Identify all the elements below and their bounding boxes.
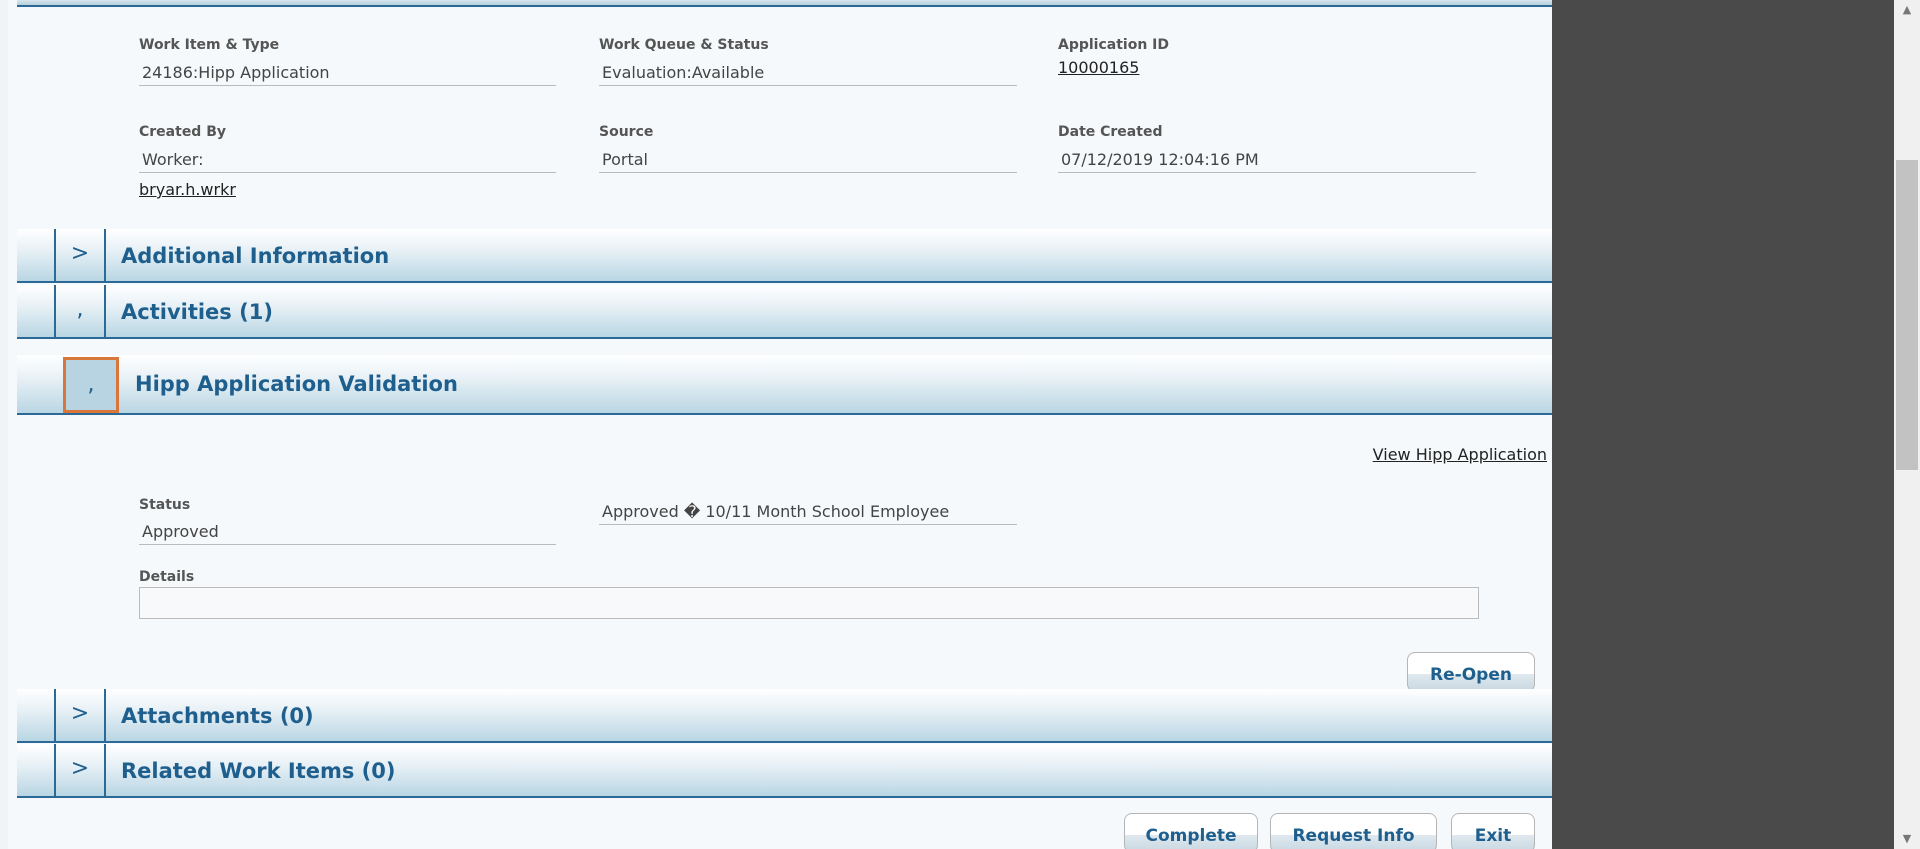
work-queue-field: Evaluation:Available bbox=[599, 62, 1017, 86]
view-hipp-application-link[interactable]: View Hipp Application bbox=[1373, 445, 1547, 464]
application-id-label: Application ID bbox=[1058, 37, 1170, 53]
status-reason-field: Approved � 10/11 Month School Employee bbox=[599, 501, 1017, 525]
date-created-field: 07/12/2019 12:04:16 PM bbox=[1058, 149, 1476, 173]
window-left-border bbox=[0, 0, 8, 849]
vertical-scrollbar[interactable]: ▲ ▼ bbox=[1894, 0, 1920, 849]
scroll-down-arrow-icon[interactable]: ▼ bbox=[1894, 829, 1920, 849]
header-bar-edge bbox=[17, 0, 1552, 7]
section-title[interactable]: Activities (1) bbox=[121, 285, 273, 339]
collapse-toggle-icon[interactable]: , bbox=[63, 357, 119, 413]
created-by-field: Worker: bbox=[139, 149, 556, 173]
section-title[interactable]: Hipp Application Validation bbox=[135, 355, 458, 413]
expand-toggle-icon[interactable]: > bbox=[54, 744, 106, 796]
work-queue-label: Work Queue & Status bbox=[599, 37, 769, 53]
section-title[interactable]: Attachments (0) bbox=[121, 689, 314, 743]
collapse-toggle-icon[interactable]: , bbox=[54, 285, 106, 337]
section-hipp-application-validation[interactable]: , Hipp Application Validation bbox=[17, 355, 1552, 415]
expand-toggle-icon[interactable]: > bbox=[54, 689, 106, 741]
request-info-button[interactable]: Request Info bbox=[1270, 813, 1437, 849]
details-label: Details bbox=[139, 569, 195, 585]
created-by-label: Created By bbox=[139, 124, 227, 140]
status-label: Status bbox=[139, 497, 191, 513]
work-item-content: Work Item & Type 24186:Hipp Application … bbox=[8, 0, 1552, 849]
source-label: Source bbox=[599, 124, 654, 140]
date-created-label: Date Created bbox=[1058, 124, 1163, 140]
status-field: Approved bbox=[139, 521, 556, 545]
section-title[interactable]: Related Work Items (0) bbox=[121, 744, 395, 798]
details-textarea[interactable] bbox=[139, 587, 1479, 619]
section-title[interactable]: Additional Information bbox=[121, 229, 389, 283]
work-item-field: 24186:Hipp Application bbox=[139, 62, 556, 86]
expand-toggle-icon[interactable]: > bbox=[54, 229, 106, 281]
exit-button[interactable]: Exit bbox=[1451, 813, 1535, 849]
complete-button[interactable]: Complete bbox=[1124, 813, 1258, 849]
section-related-work-items[interactable]: > Related Work Items (0) bbox=[17, 744, 1552, 798]
reopen-button[interactable]: Re-Open bbox=[1407, 652, 1535, 692]
work-item-label: Work Item & Type bbox=[139, 37, 280, 53]
created-by-link[interactable]: bryar.h.wrkr bbox=[139, 180, 236, 199]
section-activities[interactable]: , Activities (1) bbox=[17, 285, 1552, 339]
section-additional-information[interactable]: > Additional Information bbox=[17, 229, 1552, 283]
window-dark-margin bbox=[1552, 0, 1894, 849]
application-id-link[interactable]: 10000165 bbox=[1058, 58, 1139, 77]
scrollbar-thumb[interactable] bbox=[1896, 160, 1918, 470]
scroll-up-arrow-icon[interactable]: ▲ bbox=[1894, 0, 1920, 20]
source-field: Portal bbox=[599, 149, 1017, 173]
section-attachments[interactable]: > Attachments (0) bbox=[17, 689, 1552, 743]
